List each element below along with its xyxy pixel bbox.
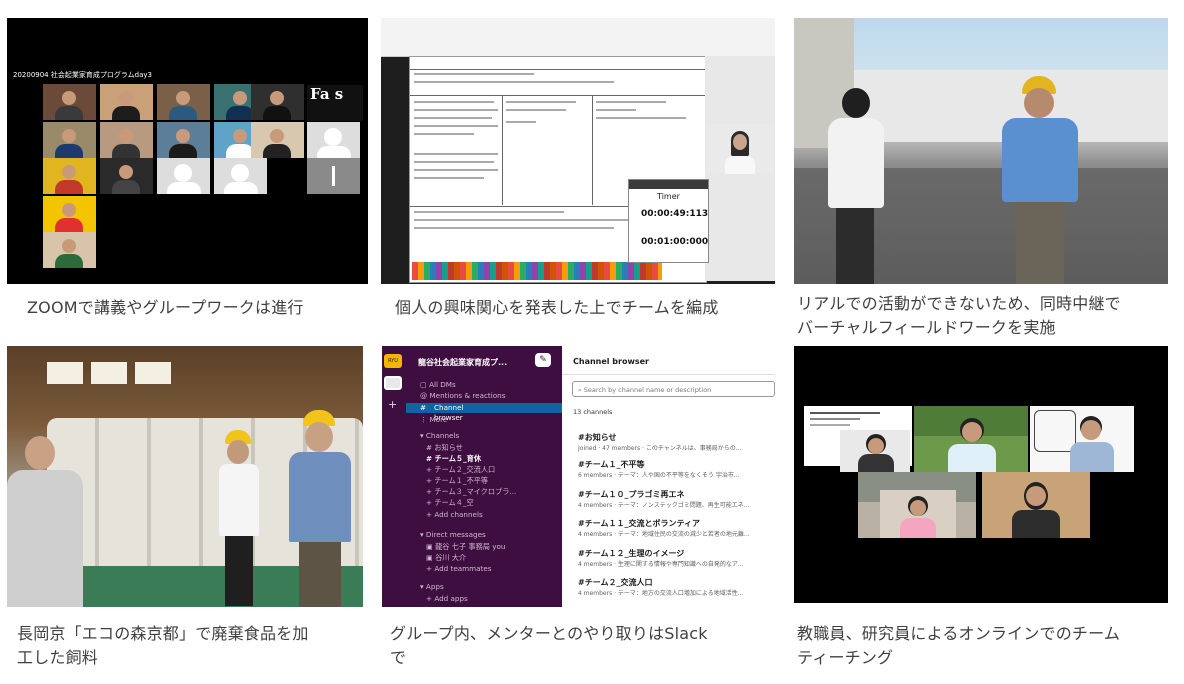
channel-list-item-name[interactable]: #お知らせ [578,432,617,443]
workspace-icon[interactable]: RYU [384,354,402,368]
person-with-helmet [215,430,263,606]
caption-zoom-lecture: ZOOMで講義やグループワークは進行 [27,298,304,317]
channel-count: 13 channels [573,408,613,416]
sidebar-item-mentions[interactable]: @ Mentions & reactions [420,391,505,400]
participant-tile-name-only [307,158,360,194]
caption-virtual-fieldwork: リアルでの活動ができないため、同時中継で バーチャルフィールドワークを実施 [797,294,1121,337]
participant-tile [100,122,153,158]
channel-list-item-name[interactable]: #チーム２_交流人口 [578,577,652,588]
channel-list-item-meta: 4 members · テーマ：ノンステックゴミ問題、再生可能エネ... [578,502,750,509]
participant-tile [157,84,210,120]
channel-list-item-meta: 4 members · 生理に関する情報や専門知識への自発的なア... [578,561,744,568]
workspace-rail: RYU + [382,346,404,607]
channel-list-item-meta: 6 members · テーマ：人や国の不平等をなくそう 宇治市... [578,472,740,479]
caption-eco-forest: 長岡京「エコの森京都」で廃棄食品を加 工した飼料 [17,624,309,667]
logo-tile: Fa s [307,85,363,121]
participant-tile [43,84,96,120]
person-filming [7,436,97,607]
dm-item-self[interactable]: ▣ 龍谷 七子 事務局 you [426,542,505,552]
channel-list-item-name[interactable]: #チーム１１_交流とボランティア [578,518,700,529]
zoom-session-label: 20200904 社会起業家育成プログラムday3 [13,71,152,79]
compose-icon[interactable]: ✎ [535,353,551,367]
channel-item[interactable]: + チーム４_空 [426,498,474,508]
participant-tile [43,196,96,232]
channel-search-input[interactable]: ⌕ Search by channel name or description [572,381,775,397]
timer-title: Timer [657,192,680,201]
timer-elapsed: 00:00:49:113 [641,209,709,219]
sidebar-item-all-dms[interactable]: ▢ All DMs [420,380,456,389]
slack-sidebar: 龍谷社会起業家育成プ... ✎ ▢ All DMs @ Mentions & r… [404,346,562,607]
channel-list-item-meta: 4 members · テーマ：地域住民の交流の減少と若者の地元離... [578,531,750,538]
zoom-gallery-photo: 20200904 社会起業家育成プログラムday3 Fa s [7,18,368,284]
channels-header[interactable]: ▾ Channels [420,431,459,440]
participant-tile [1030,406,1134,472]
participant-tile [100,84,153,120]
warehouse-photo [7,346,363,607]
channel-item[interactable]: + チーム１_不平等 [426,476,488,486]
add-apps-button[interactable]: + Add apps [426,594,468,603]
person-with-helmet [1002,76,1082,284]
participant-tile [100,158,153,194]
participant-tile [43,158,96,194]
channel-list-item-name[interactable]: #チーム１_不平等 [578,459,644,470]
pane-title: Channel browser [573,357,649,366]
apps-header[interactable]: ▾ Apps [420,582,444,591]
channel-item[interactable]: # お知らせ [426,443,463,453]
workspace-icon-2[interactable] [384,376,402,390]
dm-header[interactable]: ▾ Direct messages [420,530,486,539]
channel-item[interactable]: + チーム３_マイクロプラ... [426,487,516,497]
participant-tile [251,122,304,158]
caption-team-formation: 個人の興味関心を発表した上でチームを編成 [395,298,719,317]
sdg-color-strip [412,262,662,280]
outdoor-filming-photo [794,18,1168,284]
channel-list-item-meta: Joined · 47 members · このチャンネルは、事務局からの... [578,445,742,452]
sidebar-item-channel-browser[interactable]: # Channel browser [406,403,562,422]
add-workspace-icon[interactable]: + [388,398,397,411]
participant-tile-no-video [307,122,360,158]
participant-tile [982,472,1090,538]
presentation-screen-photo: Timer 00:00:49:113 00:01:00:000 [381,18,775,284]
participant-tile-no-video [157,158,210,194]
channel-list-item-name[interactable]: #チーム１０_プラゴミ再エネ [578,489,684,500]
participant-tile [43,232,96,268]
participant-tile [251,84,304,120]
participant-tile [157,122,210,158]
timer-limit: 00:01:00:000 [641,237,709,247]
channel-item[interactable]: + チーム２_交流人口 [426,465,495,475]
presenter-webcam [707,124,773,174]
participant-tile-no-video [214,158,267,194]
channel-list-item-meta: 4 members · テーマ：地方の交流人口増加による地域活性... [578,590,744,597]
caption-team-teaching: 教職員、研究員によるオンラインでのチーム ティーチング [797,624,1121,667]
participant-tile [43,122,96,158]
add-channels-button[interactable]: + Add channels [426,510,483,519]
add-teammates-button[interactable]: + Add teammates [426,564,492,573]
participant-tile [880,490,956,538]
channel-list-item-name[interactable]: #チーム１２_生理のイメージ [578,548,684,559]
workspace-name[interactable]: 龍谷社会起業家育成プ... [418,357,507,368]
caption-slack: グループ内、メンターとのやり取りはSlack で [390,624,708,667]
participant-tile [840,430,910,472]
person-filming [826,88,886,284]
slack-screenshot: RYU + 龍谷社会起業家育成プ... ✎ ▢ All DMs @ Mentio… [382,346,775,607]
sidebar-item-more[interactable]: ⋮ More [420,415,447,424]
person-with-helmet [289,410,355,607]
channel-browser-pane: Channel browser ⌕ Search by channel name… [562,346,775,607]
channel-item-active[interactable]: # チーム５_育休 [426,454,481,464]
dm-item[interactable]: ▣ 谷川 大介 [426,553,466,563]
timer-window: Timer 00:00:49:113 00:01:00:000 [628,179,709,263]
app-toolbar [381,18,775,57]
online-team-teaching-photo [794,346,1168,603]
search-icon: ⌕ [578,386,582,394]
participant-tile [914,406,1028,472]
